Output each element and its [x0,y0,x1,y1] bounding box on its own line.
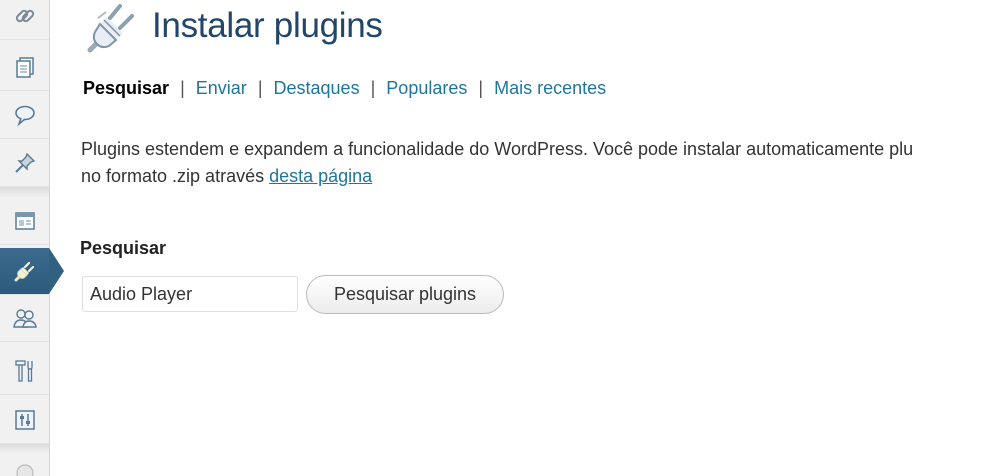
link-icon [13,4,37,28]
users-icon [12,306,38,330]
subnav-separator: | [180,78,185,98]
plugin-icon [12,258,38,284]
sidebar-item-comments[interactable] [0,91,49,139]
comments-icon [13,103,37,127]
subnav-separator: | [370,78,376,98]
sidebar-separator-bottom [0,444,49,452]
sidebar-item-pages[interactable] [0,43,49,91]
sidebar-item-plugins[interactable] [0,248,49,294]
pages-icon [13,55,37,79]
description-line-1: Plugins estendem e expandem a funcionali… [81,139,914,159]
tab-populares[interactable]: Populares [386,78,467,98]
upload-page-link[interactable]: desta página [269,166,372,186]
page-title: Instalar plugins [152,6,383,45]
tools-icon [13,358,37,384]
page-header [82,0,142,56]
subnav-separator: | [257,78,263,98]
plugin-install-subnav: Pesquisar | Enviar | Destaques | Popular… [83,78,606,99]
tab-mais-recentes[interactable]: Mais recentes [494,78,606,98]
admin-sidebar [0,0,50,476]
settings-gear-icon [14,462,36,476]
sidebar-item-users[interactable] [0,294,49,342]
description-line-2-text: no formato .zip através [81,166,270,186]
sidebar-item-appearance[interactable] [0,197,49,245]
settings-icon [13,408,37,432]
pin-icon [13,151,37,175]
sidebar-item-settings[interactable] [0,396,49,444]
sidebar-item-links[interactable] [0,0,49,40]
tab-pesquisar[interactable]: Pesquisar [83,78,169,98]
main-content: Instalar plugins Pesquisar | Enviar | De… [80,0,984,476]
sidebar-separator [0,187,49,197]
search-plugins-button[interactable]: Pesquisar plugins [306,275,504,314]
sidebar-item-tools[interactable] [0,347,49,395]
search-heading: Pesquisar [80,238,167,258]
plugins-description: Plugins estendem e expandem a funcionali… [81,136,984,190]
appearance-icon [13,209,37,233]
sidebar-item-collapse[interactable] [0,452,49,476]
description-line-2: no formato .zip através desta página [81,163,984,190]
sidebar-item-posts[interactable] [0,139,49,187]
plugin-icon [82,0,142,59]
subnav-separator: | [478,78,484,98]
tab-enviar[interactable]: Enviar [196,78,247,98]
tab-destaques[interactable]: Destaques [274,78,360,98]
active-menu-indicator [49,248,64,294]
plugin-search-input[interactable] [82,276,298,312]
